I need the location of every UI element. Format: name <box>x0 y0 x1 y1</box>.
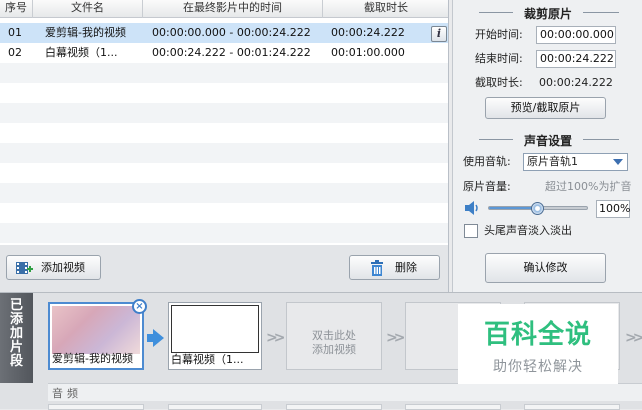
add-video-button[interactable]: 添加视频 <box>6 255 101 280</box>
row-time: 00:00:00.000 - 00:00:24.222 <box>152 26 311 39</box>
placeholder-line: 添加视频 <box>312 343 356 356</box>
add-clip-placeholder[interactable]: 双击此处 添加视频 <box>286 302 382 370</box>
placeholder-line: 双击此处 <box>312 329 356 342</box>
arrow-right-icon <box>153 329 164 347</box>
divider <box>583 12 619 13</box>
clip-preview-image <box>171 305 259 353</box>
chevron-right-icon: >> <box>625 330 642 346</box>
clip-thumbnail[interactable]: 爱剪辑-我的视频 <box>48 302 144 370</box>
row-index: 01 <box>8 26 22 39</box>
column-filename[interactable]: 文件名 <box>33 0 143 18</box>
row-time: 00:00:24.222 - 00:01:24.222 <box>152 46 311 59</box>
tab-char: 段 <box>9 354 23 369</box>
video-list: 序号 文件名 在最终影片中的时间 截取时长 01 爱剪辑-我的视频 00:00:… <box>0 0 449 245</box>
fade-label: 头尾声音淡入淡出 <box>484 224 572 237</box>
volume-hint: 超过100%为扩音 <box>545 180 632 193</box>
table-row[interactable]: 02 白幕视频（1... 00:00:24.222 - 00:01:24.222… <box>0 43 448 63</box>
chevron-right-icon: >> <box>266 330 285 346</box>
empty-row <box>0 103 448 123</box>
audio-section-title: 声音设置 <box>523 134 572 148</box>
audio-slot <box>405 404 501 410</box>
audio-slot <box>48 404 144 410</box>
audio-slot <box>286 404 382 410</box>
speaker-icon[interactable] <box>464 201 482 215</box>
list-header: 序号 文件名 在最终影片中的时间 截取时长 <box>0 0 448 18</box>
info-icon[interactable]: i <box>431 26 447 42</box>
audio-track-select[interactable]: 原片音轨1 <box>523 153 628 171</box>
watermark-subtitle: 助你轻松解决 <box>493 359 583 375</box>
tab-char: 片 <box>9 340 23 355</box>
tab-char: 加 <box>9 326 23 341</box>
watermark: 百科全说 助你轻松解决 <box>458 304 618 384</box>
duration-value: 00:00:24.222 <box>539 76 613 89</box>
crop-section-title: 裁剪原片 <box>523 7 572 21</box>
preview-crop-button[interactable]: 预览/截取原片 <box>485 97 606 119</box>
list-toolbar: 添加视频 删除 <box>0 245 449 292</box>
row-duration: 00:00:24.222 <box>331 26 405 39</box>
empty-row <box>0 123 448 143</box>
trash-icon <box>371 260 383 276</box>
empty-row <box>0 163 448 183</box>
divider <box>583 139 619 140</box>
volume-value-input[interactable]: 100% <box>596 200 630 218</box>
delete-button[interactable]: 删除 <box>349 255 440 280</box>
empty-row <box>0 203 448 223</box>
row-filename: 白幕视频（1... <box>45 46 118 59</box>
watermark-title: 百科全说 <box>483 320 592 350</box>
empty-row <box>0 63 448 83</box>
start-time-input[interactable]: 00:00:00.000 <box>536 26 616 44</box>
row-duration: 00:01:00.000 <box>331 46 405 59</box>
start-time-label: 开始时间: <box>475 28 523 41</box>
empty-row <box>0 183 448 203</box>
end-time-label: 结束时间: <box>475 52 523 65</box>
audio-track-value: 原片音轨1 <box>527 155 578 168</box>
empty-row <box>0 83 448 103</box>
audio-label: 音频 <box>52 387 82 400</box>
chevron-down-icon <box>613 159 623 165</box>
clip-preview-image <box>52 306 140 354</box>
track-label: 使用音轨: <box>463 155 511 168</box>
volume-label: 原片音量: <box>463 180 511 193</box>
row-index: 02 <box>8 46 22 59</box>
audio-track-bar: 音频 <box>48 383 642 401</box>
audio-slot <box>168 404 262 410</box>
column-index[interactable]: 序号 <box>0 0 33 18</box>
row-filename: 爱剪辑-我的视频 <box>45 26 126 39</box>
clip-name: 白幕视频（1... <box>171 353 244 366</box>
tab-char: 已 <box>9 298 23 313</box>
table-row[interactable]: 01 爱剪辑-我的视频 00:00:00.000 - 00:00:24.222 … <box>0 23 448 43</box>
empty-row <box>0 223 448 243</box>
empty-row <box>0 143 448 163</box>
duration-label: 截取时长: <box>475 76 523 89</box>
fade-checkbox[interactable] <box>464 224 478 238</box>
chevron-right-icon: >> <box>386 330 405 346</box>
clip-name: 爱剪辑-我的视频 <box>52 352 133 365</box>
column-time[interactable]: 在最终影片中的时间 <box>143 0 323 18</box>
added-clips-tab[interactable]: 已 添 加 片 段 <box>0 293 33 383</box>
column-duration[interactable]: 截取时长 <box>323 0 448 18</box>
film-add-icon <box>16 262 33 274</box>
clip-thumbnail[interactable]: 白幕视频（1... <box>168 302 262 370</box>
delete-label: 删除 <box>395 261 417 274</box>
add-video-label: 添加视频 <box>41 261 85 274</box>
end-time-input[interactable]: 00:00:24.222 <box>536 50 616 68</box>
confirm-button[interactable]: 确认修改 <box>485 253 606 283</box>
settings-panel: 裁剪原片 开始时间: 00:00:00.000 结束时间: 00:00:24.2… <box>452 0 642 292</box>
audio-slot <box>524 404 620 410</box>
tab-char: 添 <box>9 312 23 327</box>
volume-slider-thumb[interactable] <box>531 202 544 215</box>
close-icon[interactable]: × <box>132 299 147 314</box>
